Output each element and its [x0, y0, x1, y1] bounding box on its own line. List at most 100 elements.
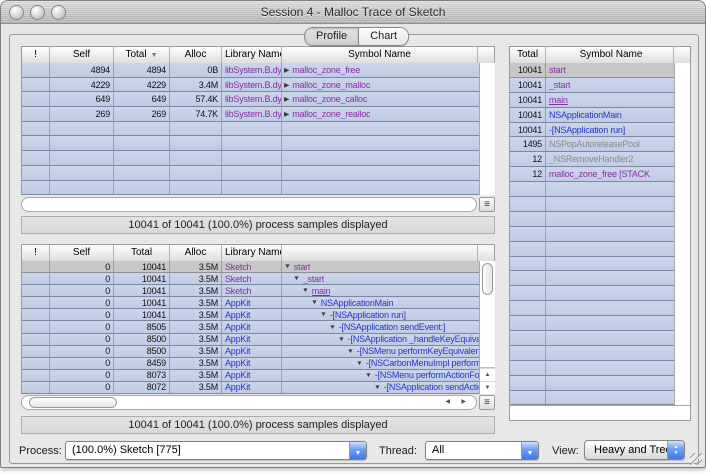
column-header-symbol[interactable]: Symbol Name	[546, 47, 674, 63]
tree-horizontal-scrollbar[interactable]: ◀ ▶ ≡	[21, 395, 495, 411]
view-stepper-button[interactable]: ▲ ▼	[667, 441, 684, 459]
thread-combobox[interactable]: All ▼	[425, 441, 539, 460]
table-row[interactable]	[510, 286, 674, 301]
table-row[interactable]	[510, 346, 674, 361]
column-header-library[interactable]: Library Name	[222, 245, 282, 261]
disclosure-triangle-icon[interactable]: ▼	[356, 360, 363, 366]
table-row[interactable]: 0 8459 3.5M AppKit ▼ -[NSCarbonMenuImpl …	[22, 358, 479, 370]
scroll-left-arrow-icon[interactable]: ◀	[445, 396, 450, 409]
table-row[interactable]	[22, 166, 479, 181]
scroll-down-arrow-icon[interactable]: ▼	[480, 381, 495, 394]
disclosure-triangle-icon[interactable]: ▼	[320, 312, 327, 318]
stack-horizontal-scrollbar[interactable]	[510, 405, 690, 420]
tree-vertical-scrollbar[interactable]: ▲ ▼	[479, 261, 495, 394]
tree-hscroll-thumb[interactable]	[29, 397, 117, 408]
disclosure-triangle-icon[interactable]: ▼	[338, 336, 345, 342]
table-row[interactable]: 269 269 74.7K libSystem.B.dylib ▶ malloc…	[22, 107, 479, 122]
disclosure-triangle-icon[interactable]: ▼	[347, 348, 354, 354]
column-header-symbol[interactable]: Symbol Name	[282, 47, 478, 63]
table-row[interactable]: 10041 start	[510, 63, 674, 78]
process-combobox[interactable]: (100.0%) Sketch [775] ▼	[65, 441, 367, 460]
profile-hscroll-track[interactable]	[21, 197, 477, 212]
table-row[interactable]: 10041 NSApplicationMain	[510, 108, 674, 123]
table-row[interactable]	[22, 136, 479, 151]
table-row[interactable]	[510, 257, 674, 272]
table-row[interactable]	[510, 197, 674, 212]
table-row[interactable]	[510, 271, 674, 286]
disclosure-triangle-icon[interactable]: ▶	[284, 66, 289, 73]
list-mode-button[interactable]: ≡	[479, 395, 495, 410]
disclosure-triangle-icon[interactable]: ▼	[284, 263, 291, 269]
table-row[interactable]	[22, 181, 479, 196]
table-row[interactable]: 10041 _start	[510, 78, 674, 93]
tab-profile[interactable]: Profile	[305, 28, 358, 45]
stack-vertical-scrollbar[interactable]	[674, 63, 690, 405]
process-dropdown-button[interactable]: ▼	[349, 442, 366, 459]
profile-horizontal-scrollbar[interactable]: ≡	[21, 197, 495, 213]
table-row[interactable]	[510, 391, 674, 405]
scroll-up-arrow-icon[interactable]: ▲	[480, 368, 495, 381]
column-header-alloc[interactable]: Alloc	[170, 245, 222, 261]
column-header-self[interactable]: Self	[50, 47, 114, 63]
column-header-total[interactable]: Total▼	[114, 47, 170, 63]
table-row[interactable]: 4894 4894 0B libSystem.B.dylib ▶ malloc_…	[22, 63, 479, 78]
column-header-library[interactable]: Library Name	[222, 47, 282, 63]
table-row[interactable]	[510, 331, 674, 346]
table-row[interactable]: 649 649 57.4K libSystem.B.dylib ▶ malloc…	[22, 92, 479, 107]
table-row[interactable]	[510, 316, 674, 331]
table-row[interactable]: 0 10041 3.5M AppKit ▼ NSApplicationMain	[22, 297, 479, 309]
column-header-symbol[interactable]	[282, 245, 478, 261]
view-popup-button[interactable]: Heavy and Tree ▲ ▼	[584, 440, 685, 460]
table-row[interactable]	[22, 122, 479, 137]
tree-vscroll-thumb[interactable]	[482, 263, 493, 295]
scroll-right-arrow-icon[interactable]: ▶	[461, 396, 466, 409]
table-row[interactable]: 12 malloc_zone_free [STACK	[510, 167, 674, 182]
table-row[interactable]	[510, 182, 674, 197]
disclosure-triangle-icon[interactable]: ▼	[329, 324, 336, 330]
column-header-total[interactable]: Total	[114, 245, 170, 261]
table-row[interactable]	[510, 227, 674, 242]
thread-dropdown-button[interactable]: ▼	[521, 442, 538, 459]
title-bar[interactable]: Session 4 - Malloc Trace of Sketch	[1, 1, 705, 24]
disclosure-triangle-icon[interactable]: ▼	[365, 372, 372, 378]
table-row[interactable]	[510, 361, 674, 376]
table-row[interactable]	[22, 151, 479, 166]
disclosure-triangle-icon[interactable]: ▶	[284, 96, 289, 103]
list-mode-button[interactable]: ≡	[479, 197, 495, 212]
tab-chart[interactable]: Chart	[358, 28, 408, 45]
table-row[interactable]	[510, 212, 674, 227]
disclosure-triangle-icon[interactable]: ▶	[284, 81, 289, 88]
column-header-total[interactable]: Total	[510, 47, 546, 63]
table-row[interactable]: 0 10041 3.5M AppKit ▼ -[NSApplication ru…	[22, 309, 479, 321]
disclosure-triangle-icon[interactable]: ▼	[374, 384, 381, 390]
table-row[interactable]: 0 10041 3.5M Sketch ▼ start	[22, 261, 479, 273]
table-row[interactable]: 12 _NSRemoveHandler2	[510, 152, 674, 167]
profile-vertical-scrollbar[interactable]	[479, 63, 495, 195]
table-row[interactable]: 0 10041 3.5M Sketch ▼ main	[22, 285, 479, 297]
column-header-flag[interactable]: !	[22, 245, 50, 261]
minimize-button[interactable]	[30, 5, 45, 20]
disclosure-triangle-icon[interactable]: ▼	[311, 300, 318, 306]
table-row[interactable]	[510, 301, 674, 316]
table-row[interactable]: 0 10041 3.5M Sketch ▼ _start	[22, 273, 479, 285]
column-header-self[interactable]: Self	[50, 245, 114, 261]
table-row[interactable]: 0 8073 3.5M AppKit ▼ -[NSMenu performAct…	[22, 370, 479, 382]
table-row[interactable]	[510, 376, 674, 391]
disclosure-triangle-icon[interactable]: ▼	[302, 288, 309, 294]
close-button[interactable]	[9, 5, 24, 20]
resize-grip[interactable]	[690, 453, 702, 465]
table-row[interactable]	[510, 242, 674, 257]
table-row[interactable]: 10041 main	[510, 93, 674, 108]
table-row[interactable]: 0 8500 3.5M AppKit ▼ -[NSApplication _ha…	[22, 334, 479, 346]
table-row[interactable]: 0 8072 3.5M AppKit ▼ -[NSApplication sen…	[22, 382, 479, 394]
disclosure-triangle-icon[interactable]: ▶	[284, 110, 289, 117]
tree-hscroll-track[interactable]: ◀ ▶	[21, 395, 477, 410]
disclosure-triangle-icon[interactable]: ▼	[293, 275, 300, 281]
table-row[interactable]: 10041 -[NSApplication run]	[510, 123, 674, 138]
table-row[interactable]: 0 8505 3.5M AppKit ▼ -[NSApplication sen…	[22, 321, 479, 333]
column-header-alloc[interactable]: Alloc	[170, 47, 222, 63]
column-header-flag[interactable]: !	[22, 47, 50, 63]
table-row[interactable]: 4229 4229 3.4M libSystem.B.dylib ▶ mallo…	[22, 78, 479, 93]
table-row[interactable]: 0 8500 3.5M AppKit ▼ -[NSMenu performKey…	[22, 346, 479, 358]
table-row[interactable]: 1495 NSPopAutoreleasePool	[510, 137, 674, 152]
